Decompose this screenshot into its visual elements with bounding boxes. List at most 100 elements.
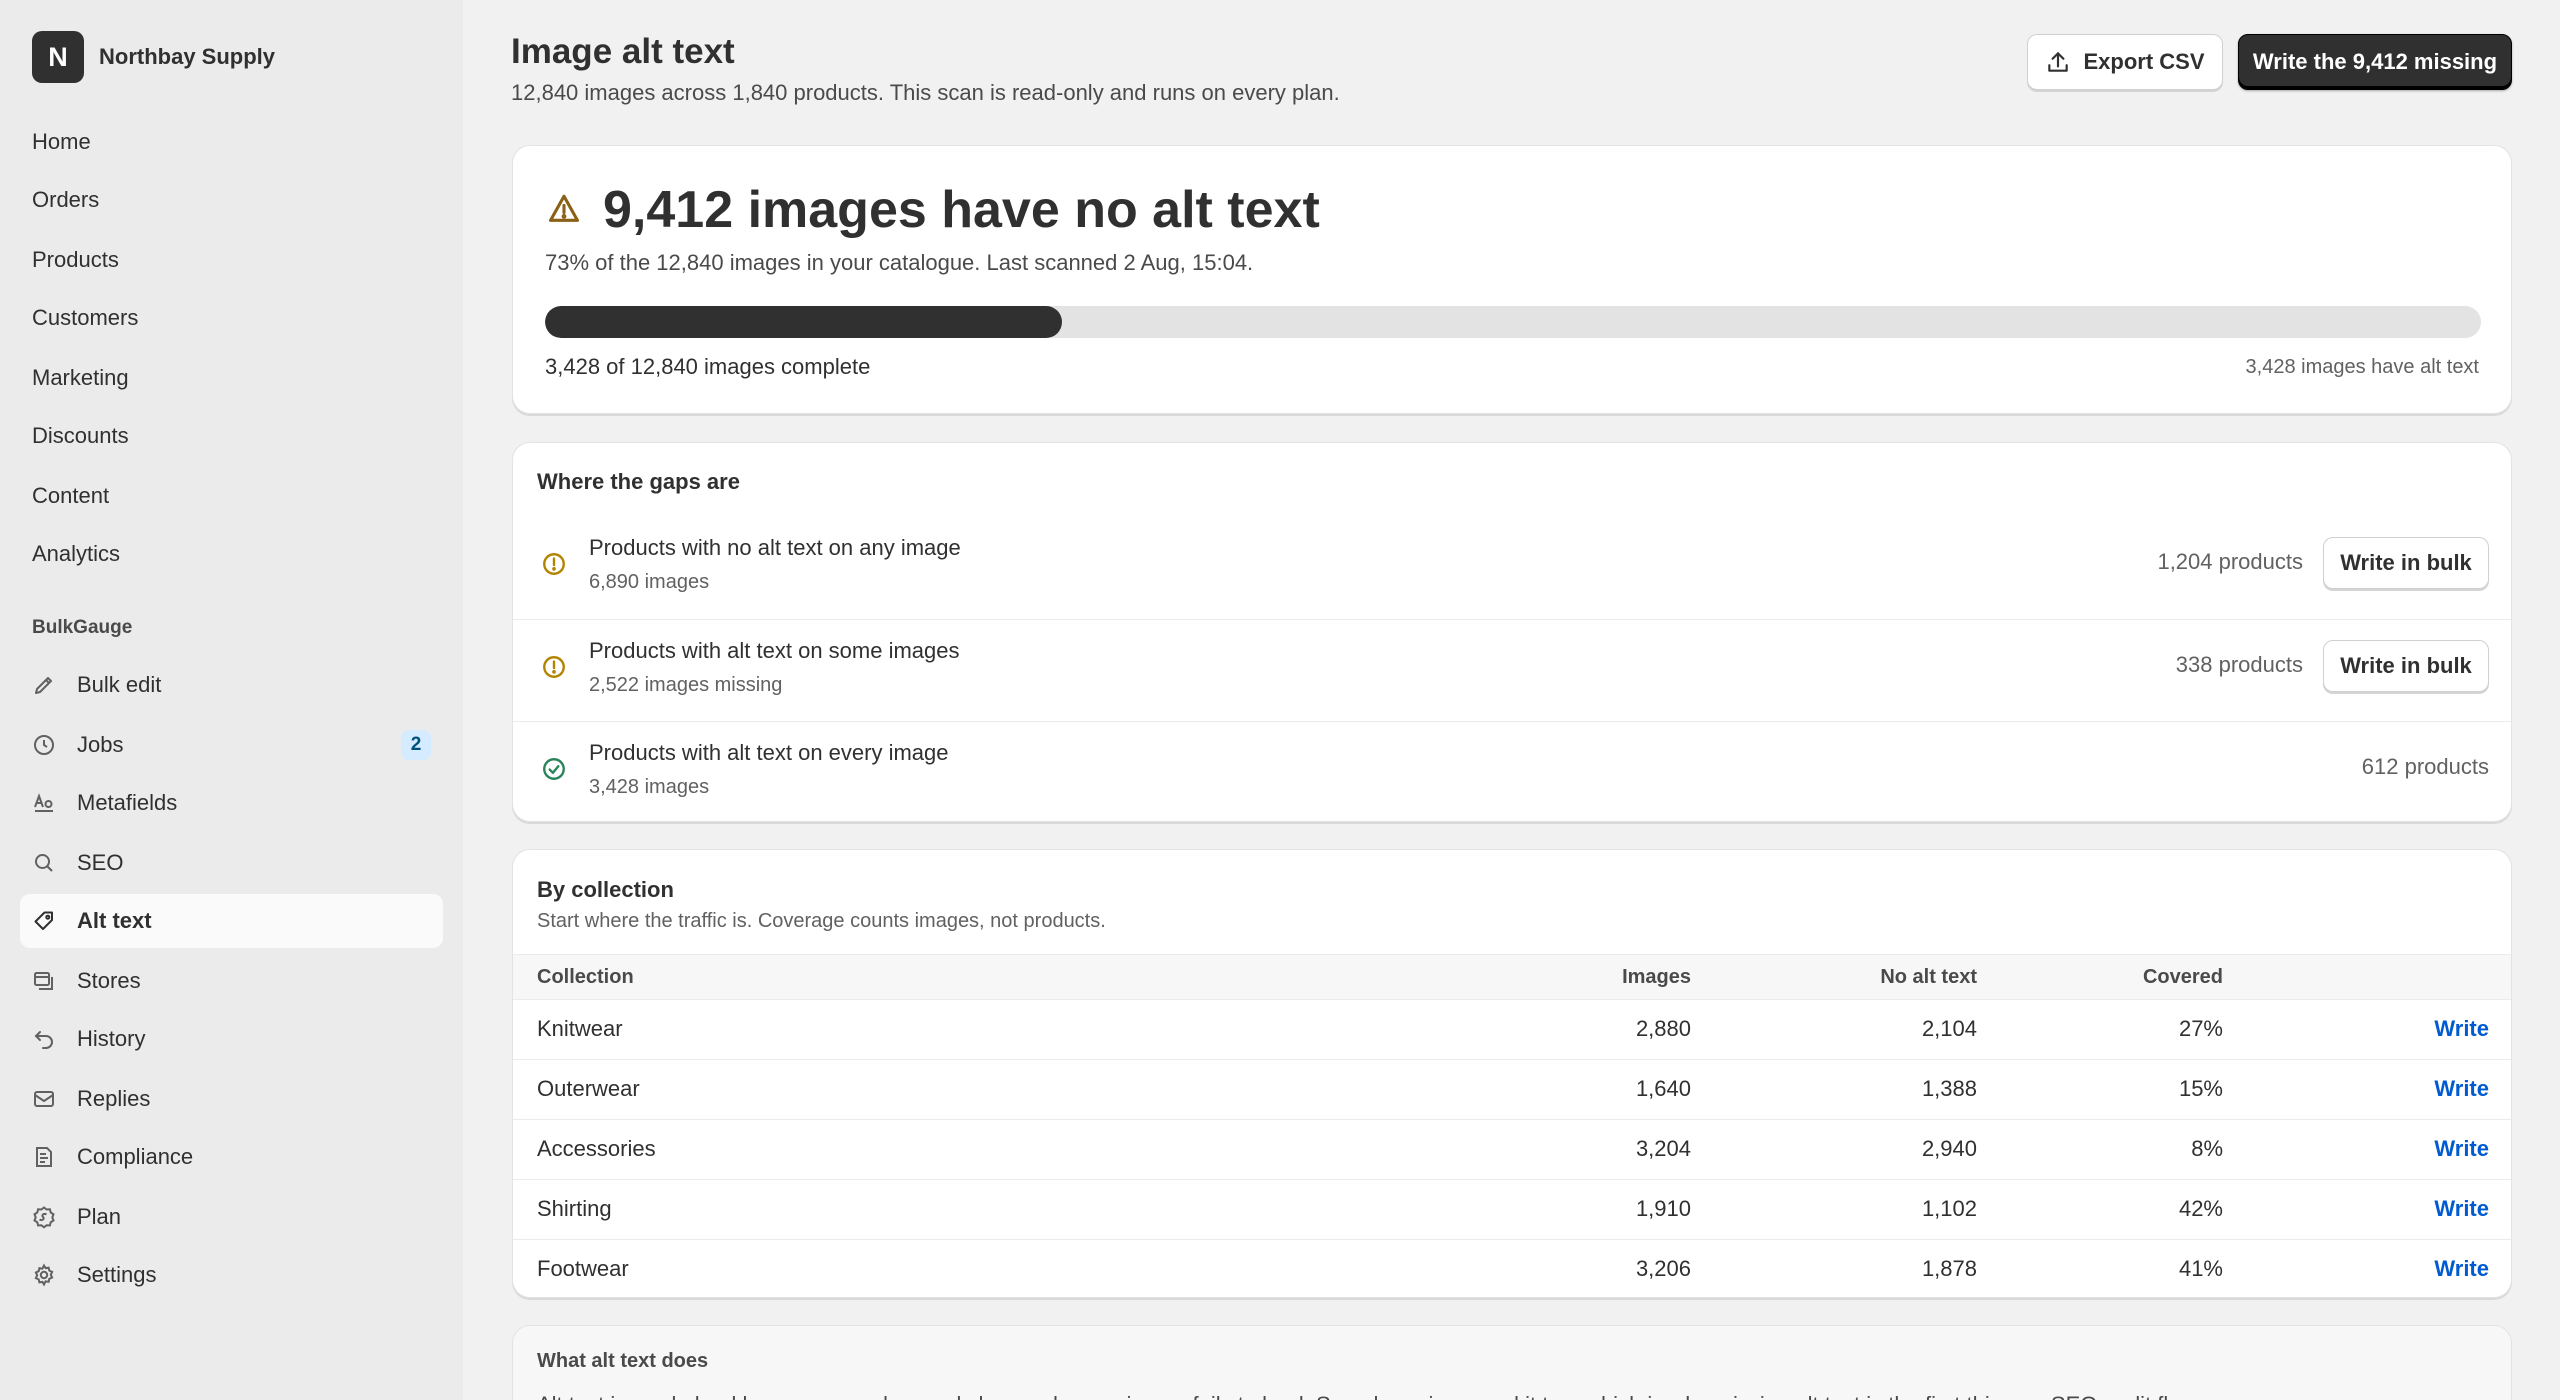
gap-row-subtitle: 6,890 images	[589, 571, 710, 593]
write-link[interactable]: Write	[2434, 1016, 2489, 1042]
images-count: 2,880	[1635, 1016, 1691, 1041]
summary-subtitle: 73% of the 12,840 images in your catalog…	[545, 250, 1254, 275]
undo-icon	[32, 1027, 56, 1051]
info-card-text: Alt text is read aloud by screen readers…	[537, 1392, 2210, 1400]
pencil-icon	[32, 673, 56, 697]
store-avatar: N	[32, 31, 84, 83]
export-csv-label: Export CSV	[2083, 49, 2205, 74]
nav-item-jobs[interactable]: Jobs 2	[20, 718, 443, 772]
gap-row-count: 1,204 products	[2157, 549, 2303, 574]
write-link[interactable]: Write	[2434, 1256, 2489, 1282]
write-link[interactable]: Write	[2434, 1076, 2489, 1102]
info-card: What alt text does Alt text is read alou…	[512, 1325, 2512, 1400]
nav-item-orders[interactable]: Orders	[20, 173, 443, 227]
clock-icon	[32, 733, 56, 757]
nav-item-products[interactable]: Products	[20, 233, 443, 287]
nav-item-content[interactable]: Content	[20, 469, 443, 523]
gap-row: Products with alt text on every image 3,…	[513, 721, 2511, 821]
table-row: Outerwear 1,640 1,388 15% Write	[513, 1060, 2511, 1120]
nav-label: Alt text	[77, 908, 152, 933]
table-row: Knitwear 2,880 2,104 27% Write	[513, 1000, 2511, 1060]
nav-item-replies[interactable]: Replies	[20, 1072, 443, 1126]
gap-row: Products with no alt text on any image 6…	[513, 517, 2511, 619]
nav-item-settings[interactable]: Settings	[20, 1248, 443, 1302]
nav-item-alt-text[interactable]: Alt text	[20, 894, 443, 948]
nav-item-plan[interactable]: Plan	[20, 1190, 443, 1244]
images-count: 1,910	[1635, 1196, 1691, 1221]
nav-item-history[interactable]: History	[20, 1012, 443, 1066]
table-header: Collection Images No alt text Covered	[513, 954, 2511, 1000]
column-header-collection: Collection	[537, 966, 634, 988]
nav-label: Compliance	[77, 1144, 194, 1169]
missing-count: 1,102	[1921, 1196, 1977, 1221]
images-count: 3,206	[1635, 1256, 1691, 1281]
nav-label: History	[77, 1026, 146, 1051]
nav-item-analytics[interactable]: Analytics	[20, 527, 443, 581]
write-missing-label: Write the 9,412 missing	[2252, 49, 2498, 74]
missing-count: 2,940	[1921, 1136, 1977, 1161]
store-switcher[interactable]: N Northbay Supply	[32, 31, 275, 83]
nav-label: Analytics	[32, 541, 121, 566]
nav-label: SEO	[77, 850, 124, 875]
store-name: Northbay Supply	[99, 44, 276, 69]
gap-row-count: 338 products	[2175, 652, 2303, 677]
nav-item-metafields[interactable]: Metafields	[20, 776, 443, 830]
nav-item-bulk-edit[interactable]: Bulk edit	[20, 658, 443, 712]
collections-description: Start where the traffic is. Coverage cou…	[537, 910, 1106, 932]
nav-label: Stores	[77, 968, 141, 993]
write-link[interactable]: Write	[2434, 1196, 2489, 1222]
document-icon	[32, 1145, 56, 1169]
nav-label: Plan	[77, 1204, 122, 1229]
sidebar: N Northbay Supply Home Orders Products C…	[0, 0, 463, 1400]
nav-label: Discounts	[32, 423, 129, 448]
nav-label: Replies	[77, 1086, 151, 1111]
nav-label: Marketing	[32, 365, 129, 390]
gap-row-count: 612 products	[2361, 754, 2489, 779]
gap-row-subtitle: 3,428 images	[589, 776, 710, 798]
tag-icon	[32, 909, 56, 933]
mail-icon	[32, 1087, 56, 1111]
write-in-bulk-button[interactable]: Write in bulk	[2323, 537, 2489, 589]
warning-circle-icon	[543, 656, 565, 678]
stores-icon	[32, 969, 56, 993]
nav-item-discounts[interactable]: Discounts	[20, 409, 443, 463]
table-row: Footwear 3,206 1,878 41% Write	[513, 1240, 2511, 1297]
collection-name: Shirting	[537, 1196, 612, 1221]
page-title: Image alt text	[511, 32, 735, 71]
nav-item-customers[interactable]: Customers	[20, 291, 443, 345]
warning-triangle-icon	[548, 194, 580, 222]
nav-label: Settings	[77, 1262, 157, 1287]
images-count: 3,204	[1635, 1136, 1691, 1161]
covered-percent: 41%	[2178, 1256, 2223, 1281]
nav-item-home[interactable]: Home	[20, 115, 443, 169]
nav-item-seo[interactable]: SEO	[20, 836, 443, 890]
info-card-title: What alt text does	[537, 1350, 709, 1372]
nav-label: Orders	[32, 187, 100, 212]
nav-item-marketing[interactable]: Marketing	[20, 351, 443, 405]
collection-name: Footwear	[537, 1256, 629, 1281]
plan-icon	[32, 1205, 56, 1229]
write-in-bulk-button[interactable]: Write in bulk	[2323, 640, 2489, 692]
coverage-progress-bar	[545, 306, 2481, 338]
write-missing-button[interactable]: Write the 9,412 missing	[2238, 34, 2512, 90]
gap-row-title: Products with alt text on every image	[589, 740, 949, 765]
nav-label: Customers	[32, 305, 139, 330]
nav-item-compliance[interactable]: Compliance	[20, 1130, 443, 1184]
summary-card: 9,412 images have no alt text 73% of the…	[512, 145, 2512, 414]
warning-circle-icon	[543, 553, 565, 575]
nav-item-stores[interactable]: Stores	[20, 954, 443, 1008]
gaps-card: Where the gaps are Products with no alt …	[512, 442, 2512, 822]
page-subtitle: 12,840 images across 1,840 products. Thi…	[511, 80, 1340, 105]
missing-count: 1,388	[1921, 1076, 1977, 1101]
table-row: Shirting 1,910 1,102 42% Write	[513, 1180, 2511, 1240]
nav-label: Jobs	[77, 732, 124, 757]
upload-icon	[2048, 52, 2069, 72]
nav-label: Content	[32, 483, 110, 508]
gap-row-title: Products with alt text on some images	[589, 638, 960, 663]
app-section-label: BulkGauge	[32, 617, 133, 638]
write-link[interactable]: Write	[2434, 1136, 2489, 1162]
jobs-count-badge: 2	[401, 730, 431, 760]
missing-count: 2,104	[1921, 1016, 1977, 1041]
export-csv-button[interactable]: Export CSV	[2027, 34, 2223, 90]
column-header-images: Images	[1622, 966, 1691, 988]
